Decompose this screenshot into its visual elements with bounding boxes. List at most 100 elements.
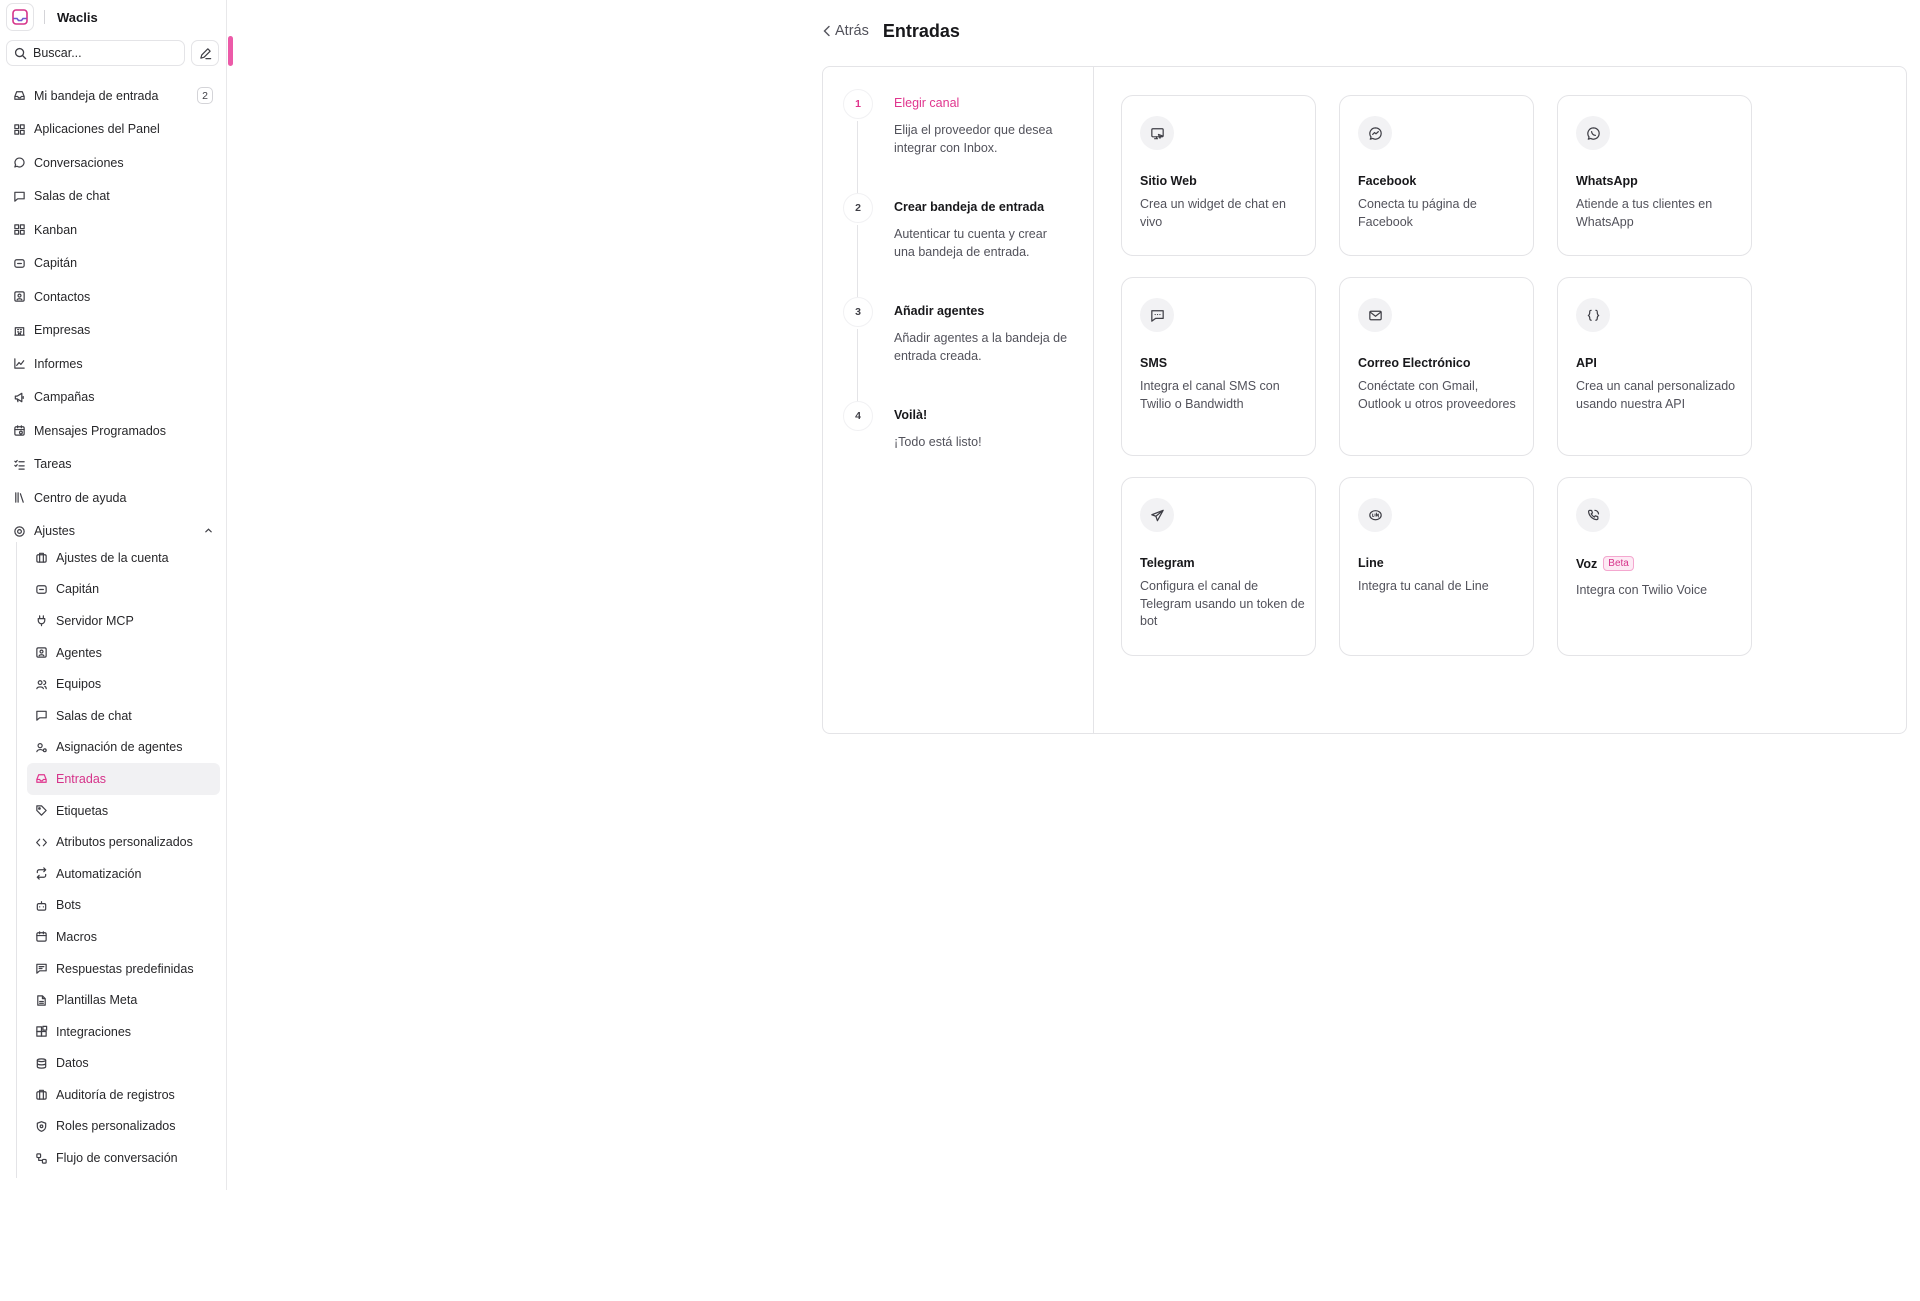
settings-item-bots[interactable]: Bots <box>27 890 220 922</box>
channel-title: WhatsApp <box>1576 174 1638 188</box>
brand[interactable]: Waclis <box>6 3 98 31</box>
message-text-icon <box>34 962 48 976</box>
settings-item-servidor-mcp[interactable]: Servidor MCP <box>27 605 220 637</box>
briefcase-icon <box>34 1088 48 1102</box>
sidebar-item-informes[interactable]: Informes <box>0 347 227 381</box>
settings-item-capitan[interactable]: Capitán <box>27 574 220 606</box>
back-button[interactable]: Atrás <box>822 23 869 39</box>
channel-title-text: Voz <box>1576 556 1598 571</box>
page-title: Entradas <box>882 20 960 41</box>
settings-item-etiquetas[interactable]: Etiquetas <box>27 795 220 827</box>
code-icon <box>34 835 48 849</box>
sidebar-item-contactos[interactable]: Contactos <box>0 280 227 314</box>
settings-item-ajustes-de-la-cuenta[interactable]: Ajustes de la cuenta <box>27 542 220 574</box>
sidebar-item-label: Centro de ayuda <box>34 490 127 505</box>
sidebar-item-empresas[interactable]: Empresas <box>0 314 227 348</box>
sidebar-item-label: Informes <box>34 356 83 371</box>
sidebar-item-kanban[interactable]: Kanban <box>0 213 227 247</box>
sidebar-resize-handle[interactable] <box>228 36 233 66</box>
settings-item-label: Asignación de agentes <box>56 740 183 755</box>
repeat-icon <box>34 867 48 881</box>
settings-item-label: Equipos <box>56 677 102 692</box>
sidebar-item-capit-n[interactable]: Capitán <box>0 247 227 281</box>
channel-card-voz[interactable]: Voz Beta Integra con Twilio Voice <box>1557 477 1752 656</box>
settings-item-label: Auditoría de registros <box>56 1087 175 1102</box>
sidebar-item-label: Aplicaciones del Panel <box>34 122 160 137</box>
chevron-up-icon[interactable] <box>204 526 213 535</box>
tag-icon <box>34 804 48 818</box>
settings-item-label: Atributos personalizados <box>56 835 193 850</box>
sidebar-item-label: Mi bandeja de entrada <box>34 88 159 103</box>
sidebar-item-tareas[interactable]: Tareas <box>0 448 227 482</box>
message-square-icon <box>34 709 48 723</box>
settings-item-asignacion-de-agentes[interactable]: Asignación de agentes <box>27 732 220 764</box>
brand-name: Waclis <box>57 9 98 25</box>
page-header: Atrás Entradas <box>822 20 960 42</box>
channel-title: Sitio Web <box>1140 174 1197 188</box>
channel-card-telegram[interactable]: Telegram Configura el canal de Telegram … <box>1121 477 1316 656</box>
step-connector <box>857 121 858 193</box>
workflow-icon <box>34 1151 48 1165</box>
braces-icon <box>1576 298 1610 332</box>
sidebar-item-campa-as[interactable]: Campañas <box>0 381 227 415</box>
channel-description: Integra el canal SMS con Twilio o Bandwi… <box>1140 379 1280 411</box>
megaphone-icon <box>12 390 26 404</box>
calendar-icon <box>34 930 48 944</box>
channel-title: Voz Beta <box>1576 556 1634 571</box>
settings-item-equipos[interactable]: Equipos <box>27 668 220 700</box>
sidebar-item-label: Capitán <box>34 256 78 271</box>
channel-card-sms[interactable]: SMS Integra el canal SMS con Twilio o Ba… <box>1121 277 1316 456</box>
settings-item-flujo-de-conversacion[interactable]: Flujo de conversación <box>27 1142 220 1174</box>
sidebar-item-centro-de-ayuda[interactable]: Centro de ayuda <box>0 481 227 515</box>
settings-item-salas-de-chat[interactable]: Salas de chat <box>27 700 220 732</box>
bot-icon <box>34 898 48 912</box>
sidebar-item-mensajes-programados[interactable]: Mensajes Programados <box>0 414 227 448</box>
sidebar-item-label: Conversaciones <box>34 155 124 170</box>
settings-icon <box>12 524 26 538</box>
sidebar-item-label: Mensajes Programados <box>34 423 167 438</box>
step-title: Crear bandeja de entrada <box>894 200 1045 214</box>
channel-card-api[interactable]: API Crea un canal personalizado usando n… <box>1557 277 1752 456</box>
search-icon <box>14 47 27 60</box>
settings-item-macros[interactable]: Macros <box>27 921 220 953</box>
channel-title: SMS <box>1140 356 1167 370</box>
contacts-icon <box>12 290 26 304</box>
settings-item-atributos-personalizados[interactable]: Atributos personalizados <box>27 826 220 858</box>
channel-card-correo-electronico[interactable]: Correo Electrónico Conéctate con Gmail, … <box>1339 277 1534 456</box>
channel-description: Integra tu canal de Line <box>1358 579 1489 593</box>
search-input[interactable]: Buscar... <box>6 40 185 66</box>
settings-item-label: Datos <box>56 1056 89 1071</box>
channel-card-line[interactable]: Line Integra tu canal de Line <box>1339 477 1534 656</box>
settings-item-roles-personalizados[interactable]: Roles personalizados <box>27 1111 220 1143</box>
compose-button[interactable] <box>191 40 219 66</box>
settings-item-plantillas-meta[interactable]: Plantillas Meta <box>27 984 220 1016</box>
settings-item-label: Automatización <box>56 866 142 881</box>
channel-card-facebook[interactable]: Facebook Conecta tu página de Facebook <box>1339 95 1534 256</box>
calendar-clock-icon <box>12 424 26 438</box>
settings-item-auditoria-de-registros[interactable]: Auditoría de registros <box>27 1079 220 1111</box>
step-title: Elegir canal <box>894 96 960 110</box>
settings-item-datos[interactable]: Datos <box>27 1048 220 1080</box>
settings-item-agentes[interactable]: Agentes <box>27 637 220 669</box>
sidebar-item-mi-bandeja-de-entrada[interactable]: Mi bandeja de entrada 2 <box>0 79 227 113</box>
channel-description: Configura el canal de Telegram usando un… <box>1140 579 1305 628</box>
sidebar-item-label: Contactos <box>34 289 91 304</box>
settings-item-automatizacion[interactable]: Automatización <box>27 858 220 890</box>
shield-icon <box>34 1119 48 1133</box>
sidebar-item-salas-de-chat[interactable]: Salas de chat <box>0 180 227 214</box>
channel-title-text: Line <box>1358 556 1384 570</box>
settings-item-label: Agentes <box>56 645 102 660</box>
settings-item-respuestas-predefinidas[interactable]: Respuestas predefinidas <box>27 953 220 985</box>
channel-card-whatsapp[interactable]: WhatsApp Atiende a tus clientes en Whats… <box>1557 95 1752 256</box>
settings-item-label: Etiquetas <box>56 803 109 818</box>
sidebar-item-conversaciones[interactable]: Conversaciones <box>0 146 227 180</box>
captain-icon <box>34 582 48 596</box>
channel-card-sitio-web[interactable]: Sitio Web Crea un widget de chat en vivo <box>1121 95 1316 256</box>
settings-item-integraciones[interactable]: Integraciones <box>27 1016 220 1048</box>
channel-title-text: Facebook <box>1358 174 1417 188</box>
sidebar-item-aplicaciones-del-panel[interactable]: Aplicaciones del Panel <box>0 113 227 147</box>
settings-item-entradas[interactable]: Entradas <box>27 763 220 795</box>
step-number: 3 <box>843 297 873 327</box>
whatsapp-icon <box>1576 116 1610 150</box>
grid-icon <box>12 122 26 136</box>
